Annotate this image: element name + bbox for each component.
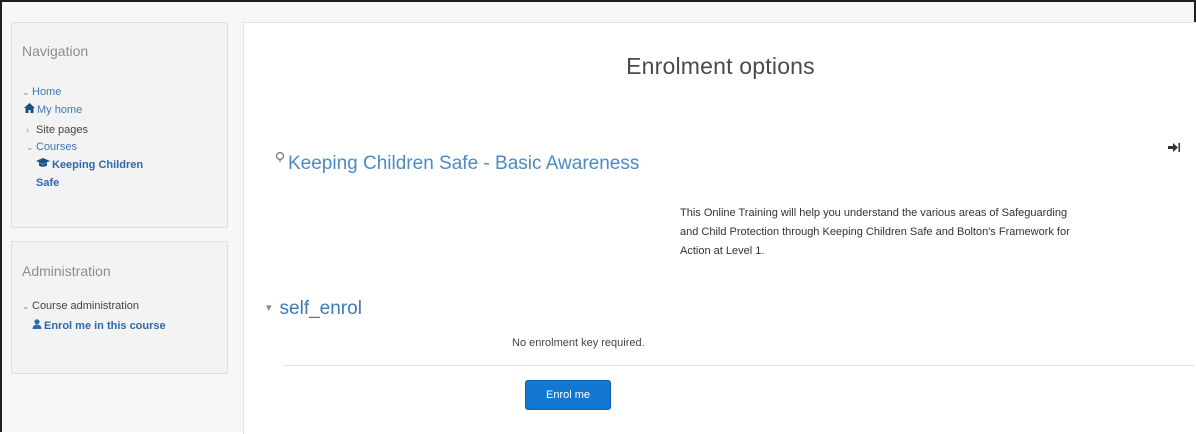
- course-icon: [274, 147, 286, 162]
- divider: [284, 365, 1194, 366]
- nav-item-home[interactable]: ⌄ Home: [22, 85, 61, 99]
- nav-item-my-home[interactable]: My home: [24, 103, 82, 117]
- nav-course-label-line2: Safe: [36, 177, 60, 189]
- administration-title: Administration: [22, 263, 111, 279]
- admin-item-enrol-me[interactable]: Enrol me in this course: [32, 319, 166, 333]
- chevron-down-icon: ⌄: [22, 301, 30, 311]
- nav-course-label-line1: Keeping Children: [52, 159, 144, 171]
- nav-item-courses[interactable]: ⌄ Courses: [26, 140, 77, 154]
- summary-line: Action at Level 1.: [680, 245, 765, 257]
- main-content: Enrolment options Keeping Children Safe …: [243, 22, 1196, 434]
- admin-enrol-label: Enrol me in this course: [44, 320, 166, 332]
- nav-courses-label: Courses: [36, 141, 77, 153]
- nav-item-course[interactable]: Keeping Children: [36, 158, 143, 172]
- chevron-down-icon: ⌄: [26, 142, 34, 152]
- admin-course-admin-label: Course administration: [32, 300, 139, 312]
- enrol-me-button[interactable]: Enrol me: [525, 380, 611, 410]
- self-enrol-section-header[interactable]: ▾ self_enrol: [266, 298, 362, 320]
- house-icon: [24, 103, 35, 117]
- summary-line: This Online Training will help you under…: [680, 207, 1068, 219]
- course-summary: This Online Training will help you under…: [680, 204, 1180, 261]
- summary-line: and Child Protection through Keeping Chi…: [680, 226, 1070, 238]
- graduation-cap-icon: [36, 158, 50, 172]
- user-icon: [32, 319, 42, 333]
- navigation-block: Navigation ⌄ Home My home › Site pages ⌄ Co…: [11, 22, 228, 228]
- page-frame: Navigation ⌄ Home My home › Site pages ⌄ Co…: [0, 0, 1196, 434]
- chevron-down-icon: ⌄: [22, 87, 30, 97]
- nav-item-course-cont[interactable]: Safe: [36, 176, 59, 190]
- no-enrolment-key-text: No enrolment key required.: [512, 337, 645, 349]
- chevron-down-icon: ▾: [266, 302, 272, 314]
- navigation-title: Navigation: [22, 43, 89, 59]
- nav-my-home-label: My home: [37, 104, 83, 116]
- sign-in-icon: [1168, 142, 1180, 156]
- nav-site-pages-label: Site pages: [36, 124, 88, 136]
- admin-item-course-administration[interactable]: ⌄ Course administration: [22, 299, 139, 313]
- page-title: Enrolment options: [626, 53, 815, 79]
- nav-item-site-pages[interactable]: › Site pages: [26, 123, 88, 137]
- course-title-link[interactable]: Keeping Children Safe - Basic Awareness: [274, 147, 639, 175]
- section-title: self_enrol: [279, 298, 362, 319]
- course-title-text: Keeping Children Safe - Basic Awareness: [288, 153, 640, 174]
- nav-home-label: Home: [32, 86, 62, 98]
- chevron-right-icon: ›: [26, 125, 29, 135]
- administration-block: Administration ⌄ Course administration En…: [11, 241, 228, 374]
